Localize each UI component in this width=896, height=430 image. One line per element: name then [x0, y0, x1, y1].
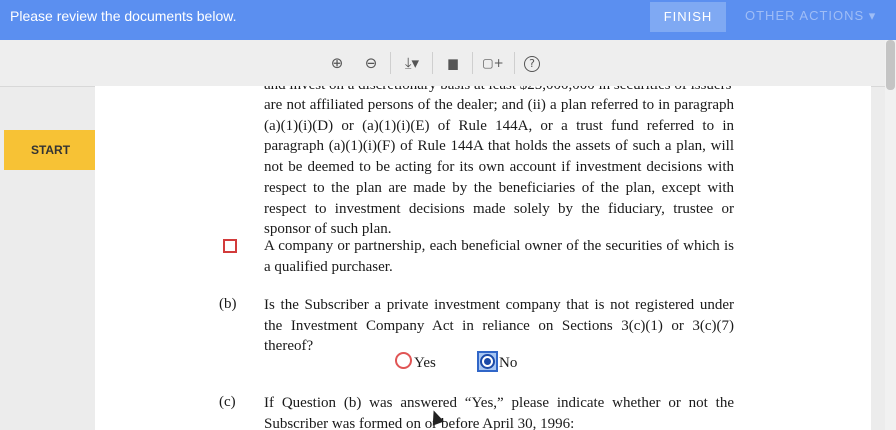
- other-actions-menu[interactable]: OTHER ACTIONS ▾: [745, 8, 876, 24]
- top-bar: Please review the documents below. FINIS…: [0, 0, 896, 40]
- scrollbar-thumb[interactable]: [886, 40, 895, 90]
- question-c-text: If Question (b) was answered “Yes,” plea…: [264, 395, 734, 430]
- zoom-in-icon[interactable]: ⊕: [326, 52, 348, 74]
- question-b-label: (b): [219, 296, 237, 312]
- qualified-purchaser-text: A company or partnership, each beneficia…: [264, 238, 734, 275]
- review-message: Please review the documents below.: [10, 8, 237, 24]
- no-radio-selected-dot: [484, 358, 491, 365]
- plan-paragraph: are not affiliated persons of the dealer…: [264, 97, 734, 238]
- help-icon[interactable]: ?: [524, 56, 540, 72]
- toolbar-divider: [472, 52, 473, 74]
- print-icon[interactable]: ▆: [442, 52, 464, 74]
- question-c-label: (c): [219, 394, 236, 410]
- document-toolbar: ⊕ ⊖ ⤓▾ ▆ ▢+ ?: [0, 40, 885, 87]
- no-label: No: [499, 355, 518, 371]
- zoom-out-icon[interactable]: ⊖: [360, 52, 382, 74]
- document-page: and invest on a discretionary basis at l…: [95, 86, 871, 430]
- download-icon[interactable]: ⤓▾: [398, 52, 426, 74]
- finish-button[interactable]: FINISH: [650, 2, 726, 32]
- toolbar-divider: [390, 52, 391, 74]
- yes-radio[interactable]: [395, 352, 412, 369]
- start-button[interactable]: START: [4, 130, 97, 170]
- toolbar-divider: [514, 52, 515, 74]
- qualified-purchaser-checkbox[interactable]: [223, 239, 237, 253]
- comment-icon[interactable]: ▢+: [482, 52, 504, 74]
- yes-label: Yes: [414, 355, 436, 371]
- scrollbar-track[interactable]: [885, 40, 896, 430]
- cut-off-text-line: and invest on a discretionary basis at l…: [264, 86, 734, 94]
- toolbar-divider: [432, 52, 433, 74]
- question-b-text: Is the Subscriber a private investment c…: [264, 297, 734, 355]
